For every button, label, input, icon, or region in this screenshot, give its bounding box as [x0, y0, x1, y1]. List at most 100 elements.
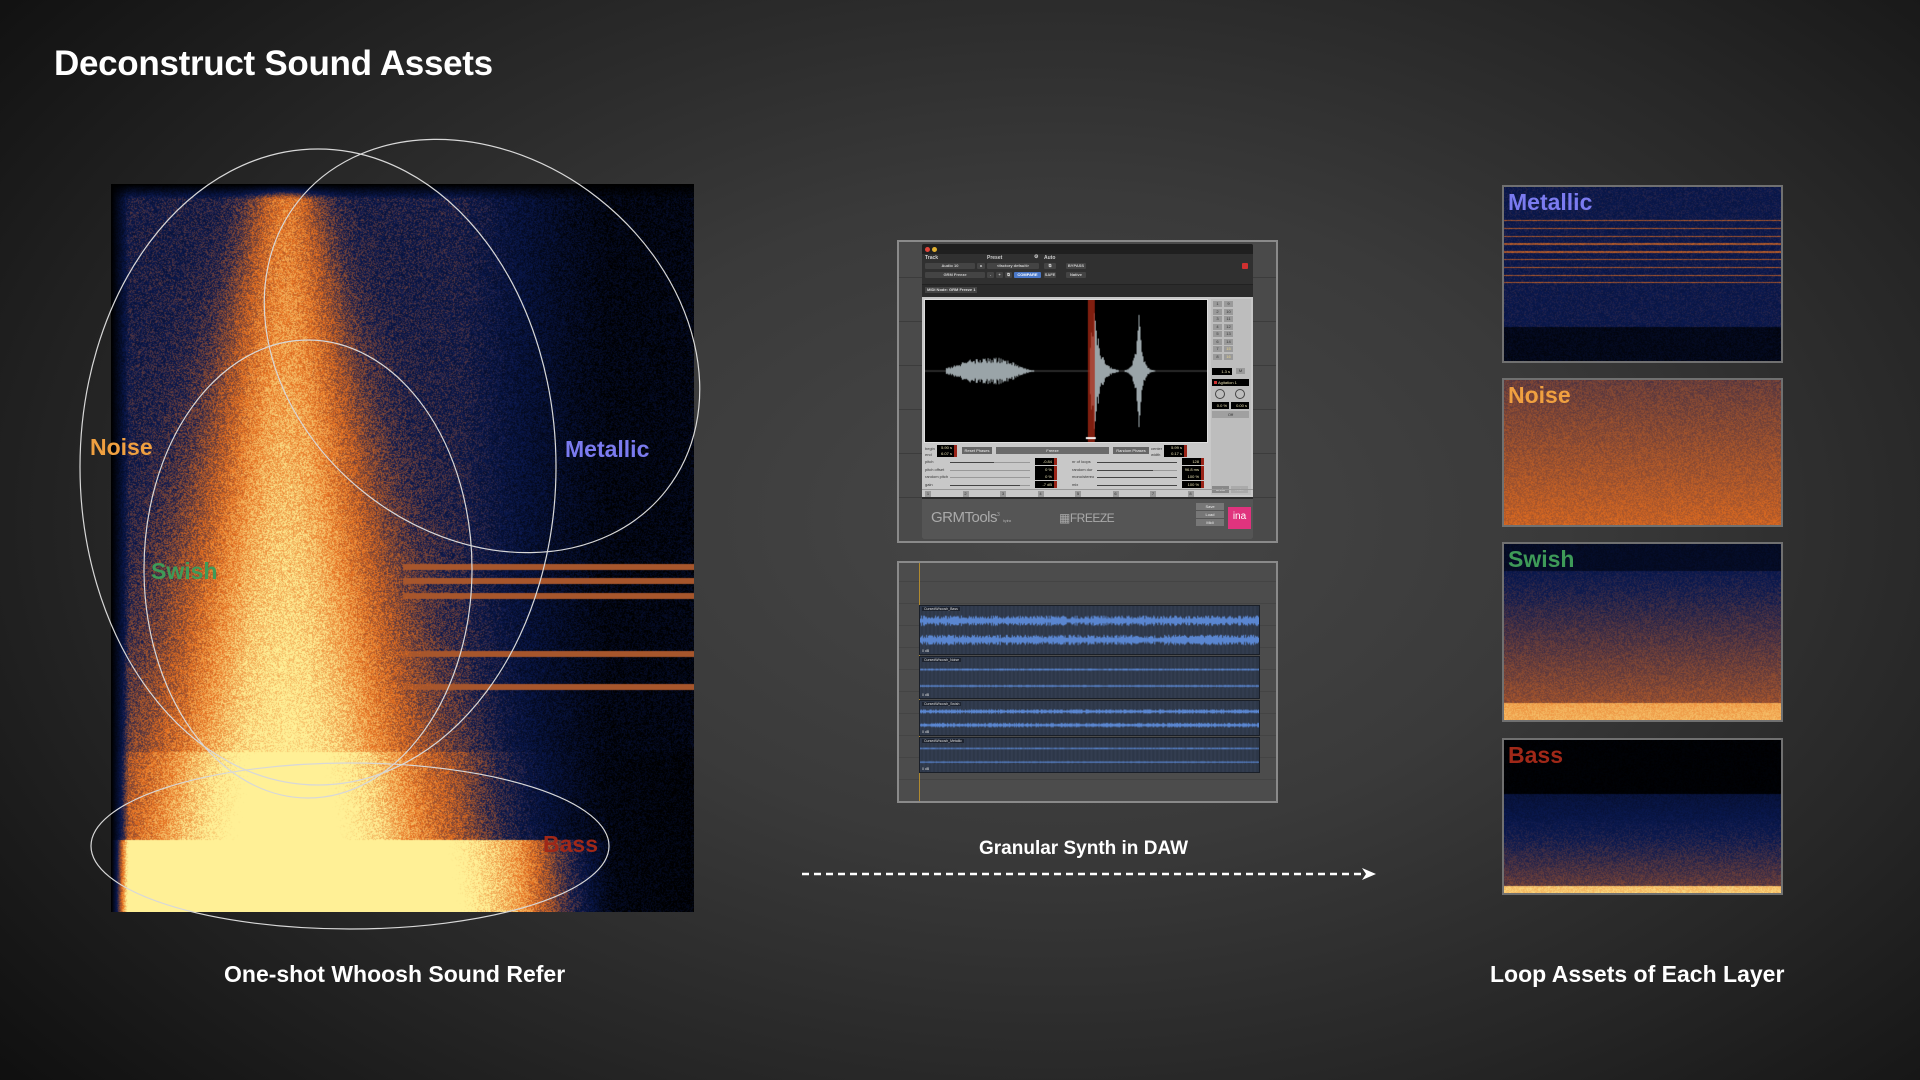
preset-slot-12[interactable]: 12 [1224, 323, 1233, 330]
asset-panel-noise: Noise [1502, 378, 1783, 527]
audio-clip[interactable]: CursedWhoosh_Metallic 0 dB [919, 737, 1260, 773]
snapshot-button-1[interactable]: 1 [925, 491, 931, 497]
agitation-select[interactable]: Agitation 1 [1212, 379, 1249, 386]
param-slider[interactable] [1097, 477, 1177, 478]
native-button[interactable]: Native [1066, 272, 1086, 278]
param-value[interactable]: 100 % [1182, 473, 1204, 480]
param-slider[interactable] [950, 484, 1030, 486]
agitation-time-knob[interactable] [1235, 389, 1245, 399]
param-value[interactable]: -7 dB [1035, 480, 1057, 488]
param-slider[interactable] [950, 469, 1030, 471]
agitation-amount-knob[interactable] [1215, 389, 1225, 399]
track-label: Track [925, 255, 939, 261]
preset-slot-3[interactable]: 3 [1213, 316, 1222, 322]
reset-phases-button[interactable]: Reset Phases [962, 447, 992, 454]
clip-name: CursedWhoosh_Bass [922, 607, 960, 611]
snapshot-button-3[interactable]: 3 [1000, 491, 1006, 497]
audio-clip[interactable]: CursedWhoosh_Noise 0 dB [919, 656, 1260, 699]
preset-slot-11[interactable]: 11 [1224, 316, 1233, 322]
param-value[interactable]: 96.8 ms [1182, 465, 1204, 473]
settings-gear-icon[interactable]: ⚙ [1034, 254, 1038, 260]
m-button[interactable]: M [1236, 368, 1245, 374]
copy-icon[interactable]: ⧉ [1005, 272, 1012, 278]
param-slider[interactable] [1097, 469, 1177, 471]
preset-slot-7[interactable]: 7 [1213, 346, 1222, 352]
audio-clip[interactable]: CursedWhoosh_Swish 0 dB [919, 700, 1260, 736]
preset-slot-6[interactable]: 6 [1213, 338, 1222, 345]
param-slider[interactable] [950, 477, 1030, 478]
preset-slot-4[interactable]: 4 [1213, 323, 1222, 330]
auto-copy-icon[interactable]: ⧉ [1044, 263, 1056, 269]
snapshot-button-4[interactable]: 4 [1037, 491, 1044, 497]
preset-prev-button[interactable]: - [987, 272, 994, 278]
time-readout[interactable]: 1.3 s [1212, 368, 1232, 375]
end-value[interactable]: 6.07 s [937, 451, 957, 457]
agitation-off-button[interactable]: Off [1212, 411, 1249, 418]
audio-clip[interactable]: CursedWhoosh_Bass 0 dB [919, 605, 1260, 655]
snapshot-button-2[interactable]: 2 [962, 491, 969, 497]
minimize-window-icon[interactable] [932, 247, 937, 252]
waveform-display[interactable] [924, 299, 1208, 443]
asset-panel-swish: Swish [1502, 542, 1783, 722]
preset-select[interactable]: <factory default> [987, 263, 1039, 269]
param-label: gain [925, 481, 933, 487]
end-label: end [925, 452, 932, 457]
snapshot-button-5[interactable]: 5 [1075, 491, 1081, 497]
param-value[interactable]: 128 [1182, 458, 1204, 465]
param-slider[interactable] [950, 462, 1030, 463]
preset-next-button[interactable]: + [996, 272, 1003, 278]
preset-slot-10[interactable]: 10 [1224, 308, 1233, 315]
safe-button[interactable]: SAFE [1044, 272, 1056, 278]
track-select[interactable]: Audio 10 [925, 263, 975, 269]
auto-label: Auto [1044, 255, 1056, 261]
source-caption: One-shot Whoosh Sound Refer [224, 961, 566, 987]
param-value[interactable]: 100 % [1182, 480, 1204, 488]
preset-slot-13[interactable]: 13 [1224, 331, 1233, 337]
param-slider-fill [1097, 477, 1177, 478]
asset-label-swish: Swish [1508, 546, 1575, 572]
param-slider-fill [950, 462, 994, 463]
compare-button[interactable]: COMPARE [1014, 272, 1041, 278]
close-window-icon[interactable] [925, 247, 930, 252]
preset-slot-9[interactable]: 9 [1224, 301, 1233, 307]
preset-slot-5[interactable]: 5 [1213, 331, 1222, 337]
load-button[interactable]: Load [1196, 511, 1224, 518]
param-slider[interactable] [1097, 462, 1177, 463]
param-value[interactable]: 0 % [1035, 465, 1057, 473]
brand-name: GRMTools [931, 509, 998, 526]
preset-slot-15[interactable]: 15 [1224, 346, 1233, 352]
clip-waveform [920, 606, 1259, 654]
channel-select[interactable]: a [977, 263, 985, 269]
plugin-header: Track Preset ⚙ Auto Audio 10 a GRM Freez… [922, 254, 1253, 285]
save-button[interactable]: Save [1196, 503, 1224, 510]
insert-select[interactable]: GRM Freeze [925, 272, 985, 278]
waveform-image [925, 300, 1207, 442]
clip-waveform [920, 701, 1259, 735]
param-slider[interactable] [1097, 484, 1177, 486]
preset-slot-14[interactable]: 14 [1224, 338, 1233, 345]
power-icon[interactable] [1242, 263, 1248, 269]
freeze-button[interactable]: Freeze [996, 447, 1109, 454]
preset-slot-16[interactable]: 16 [1224, 353, 1233, 360]
param-value[interactable]: 0 % [1035, 473, 1057, 480]
product-name: FREEZE [1069, 511, 1115, 525]
metallic-label: Metallic [565, 436, 650, 462]
preset-slot-8[interactable]: 8 [1213, 353, 1222, 360]
snapshot-button-6[interactable]: 6 [1112, 491, 1119, 497]
process-caption: Granular Synth in DAW [979, 838, 1189, 859]
midi-button[interactable]: Midi [1196, 519, 1224, 526]
plugin-title-bar[interactable] [922, 244, 1253, 254]
snapshot-button-7[interactable]: 7 [1150, 491, 1156, 497]
preset-slot-2[interactable]: 2 [1213, 308, 1222, 315]
width-value[interactable]: 0.17 s [1164, 451, 1187, 457]
random-phases-button[interactable]: Random Phases [1113, 447, 1149, 454]
bypass-button[interactable]: BYPASS [1066, 263, 1086, 269]
param-label: pitch offset [925, 466, 945, 472]
param-slider-fill [1097, 469, 1153, 471]
noise-label: Noise [90, 434, 153, 460]
param-value[interactable]: -0.84 [1035, 458, 1057, 465]
snapshot-button-8[interactable]: 8 [1187, 491, 1194, 497]
clip-name: CursedWhoosh_Noise [922, 658, 962, 662]
snapshot-divider [922, 489, 1253, 490]
preset-slot-1[interactable]: 1 [1213, 301, 1222, 307]
